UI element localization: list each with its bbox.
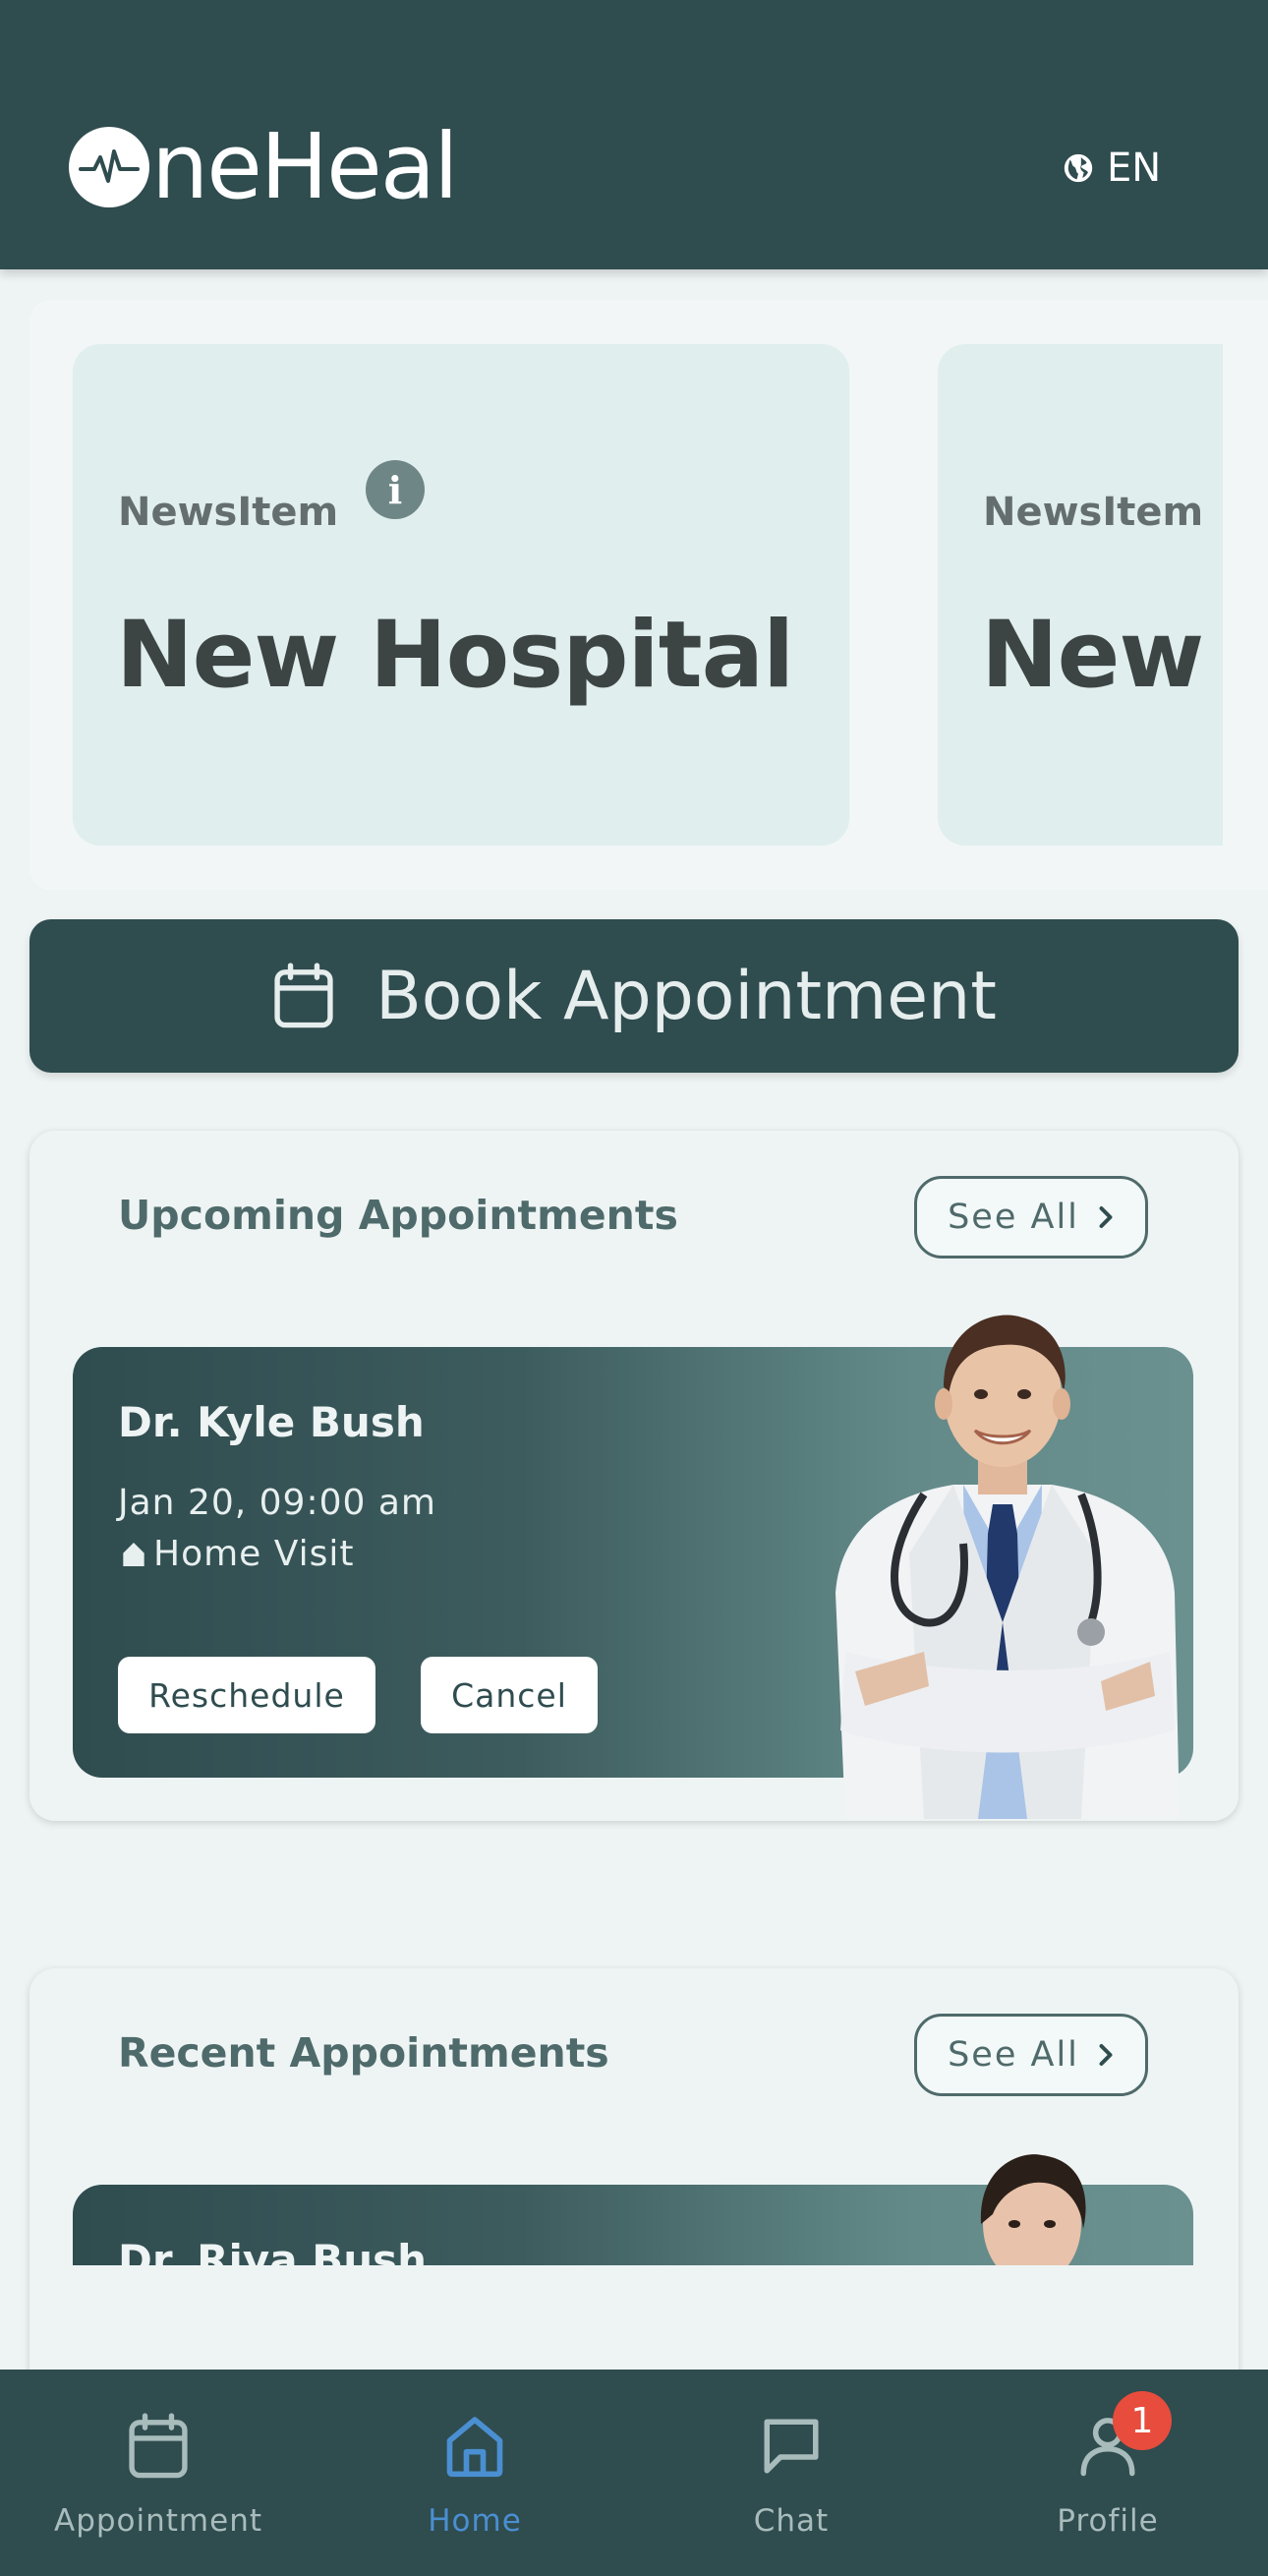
section-title: Upcoming Appointments [118, 1192, 678, 1239]
news-card[interactable]: NewsItem i New Hospital [73, 344, 849, 846]
doctor-name: Dr. Kyle Bush [118, 1398, 425, 1446]
nav-appointment[interactable]: Appointment [0, 2370, 317, 2576]
nav-label: Profile [1057, 2503, 1159, 2539]
book-appointment-button[interactable]: Book Appointment [29, 919, 1239, 1073]
nav-chat[interactable]: Chat [633, 2370, 950, 2576]
news-carousel[interactable]: NewsItem i New Hospital NewsItem i New H… [29, 300, 1268, 890]
see-all-label: See All [948, 1198, 1079, 1237]
upcoming-appointments-section: Upcoming Appointments See All Dr. Kyle B… [29, 1131, 1239, 1821]
app-logo: neHeal [69, 114, 459, 219]
chevron-right-icon [1099, 1206, 1113, 1228]
calendar-icon [129, 2413, 188, 2479]
news-label: NewsItem [983, 490, 1204, 535]
nav-profile[interactable]: 1 Profile [950, 2370, 1266, 2576]
chat-icon [764, 2419, 819, 2474]
home-icon [123, 1542, 144, 1566]
home-icon [446, 2417, 503, 2478]
app-header: neHeal EN [0, 0, 1268, 269]
cancel-button[interactable]: Cancel [421, 1657, 598, 1733]
appointment-datetime: Jan 20, 09:00 am [118, 1483, 436, 1523]
language-selector[interactable]: EN [1062, 146, 1161, 191]
info-icon[interactable]: i [366, 460, 425, 519]
bottom-nav: Appointment Home Chat 1 Profile [0, 2370, 1268, 2576]
doctor-photo [980, 2154, 1086, 2265]
calendar-icon [274, 963, 333, 1028]
language-label: EN [1107, 146, 1162, 191]
book-appointment-label: Book Appointment [375, 957, 997, 1035]
appointment-type-label: Home Visit [153, 1534, 355, 1574]
notification-badge: 1 [1113, 2391, 1172, 2450]
logo-text: neHeal [151, 114, 459, 219]
recent-clip: Dr. Riya Bush [29, 1968, 1239, 2265]
doctor-name: Dr. Riya Bush [118, 2236, 428, 2265]
heartbeat-logo-icon [69, 127, 149, 207]
globe-icon [1064, 153, 1093, 183]
news-card[interactable]: NewsItem i New Hospital [938, 344, 1223, 846]
appointment-type: Home Visit [118, 1534, 354, 1574]
nav-home[interactable]: Home [317, 2370, 633, 2576]
news-title: New Hospital [981, 602, 1223, 709]
see-all-upcoming-button[interactable]: See All [914, 1176, 1148, 1259]
news-label: NewsItem [118, 490, 339, 535]
nav-label: Chat [753, 2503, 830, 2539]
nav-label: Appointment [53, 2503, 262, 2539]
nav-label: Home [428, 2503, 522, 2539]
news-title: New Hospital [116, 602, 794, 709]
doctor-photo [836, 1315, 1180, 1819]
reschedule-button[interactable]: Reschedule [118, 1657, 375, 1733]
